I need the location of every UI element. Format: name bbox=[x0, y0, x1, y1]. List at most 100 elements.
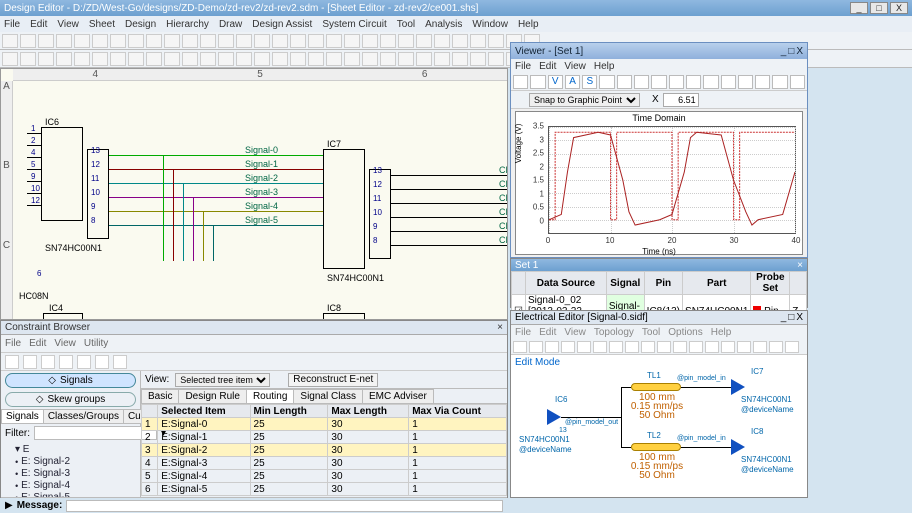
menu-design assist[interactable]: Design Assist bbox=[252, 19, 312, 30]
minimize-button[interactable]: _ bbox=[850, 2, 868, 14]
cb-menubar[interactable]: FileEditViewUtility bbox=[1, 335, 507, 353]
toolbar-button[interactable] bbox=[380, 52, 396, 66]
menu-draw[interactable]: Draw bbox=[219, 19, 242, 30]
cb-message-input[interactable] bbox=[66, 500, 503, 512]
toolbar-button[interactable] bbox=[38, 52, 54, 66]
menu-analysis[interactable]: Analysis bbox=[425, 19, 462, 30]
toolbar-button[interactable] bbox=[74, 52, 90, 66]
ic4-body[interactable] bbox=[43, 313, 83, 320]
cb-close-icon[interactable]: × bbox=[497, 322, 503, 333]
ee-menubar[interactable]: FileEditViewTopologyToolOptionsHelp bbox=[511, 325, 807, 339]
toolbar-button[interactable] bbox=[56, 34, 72, 48]
cb-left-tabs[interactable]: SignalsClasses/GroupsCustomize bbox=[1, 409, 140, 424]
toolbar-button[interactable] bbox=[416, 34, 432, 48]
toolbar-button[interactable] bbox=[326, 34, 342, 48]
menu-window[interactable]: Window bbox=[472, 19, 508, 30]
toolbar-button[interactable] bbox=[56, 52, 72, 66]
toolbar-button[interactable] bbox=[110, 52, 126, 66]
viewer-close-button[interactable]: X bbox=[796, 46, 803, 57]
toolbar-button[interactable] bbox=[182, 52, 198, 66]
schematic-canvas[interactable]: IC6 124591012 1312111098 SN74HC00N1 Sign… bbox=[13, 81, 507, 319]
table-row[interactable]: 4E:Signal-325301 bbox=[142, 457, 507, 470]
ee-toolbar[interactable] bbox=[511, 339, 807, 355]
toolbar-button[interactable] bbox=[452, 34, 468, 48]
viewer-menubar[interactable]: FileEditViewHelp bbox=[511, 59, 807, 73]
signals-pill[interactable]: ◇Signals bbox=[5, 373, 136, 388]
main-menubar[interactable]: FileEditViewSheetDesignHierarchyDrawDesi… bbox=[0, 16, 912, 32]
toolbar-button[interactable] bbox=[128, 52, 144, 66]
tl2-box[interactable] bbox=[631, 443, 681, 451]
viewer-max-button[interactable]: □ bbox=[788, 46, 794, 57]
toolbar-button[interactable] bbox=[362, 34, 378, 48]
menu-design[interactable]: Design bbox=[125, 19, 156, 30]
cb-filter-input[interactable] bbox=[34, 426, 157, 440]
toolbar-button[interactable] bbox=[2, 34, 18, 48]
toolbar-button[interactable] bbox=[434, 52, 450, 66]
toolbar-button[interactable] bbox=[470, 52, 486, 66]
toolbar-button[interactable] bbox=[236, 52, 252, 66]
viewer-x-input[interactable] bbox=[663, 93, 699, 107]
menu-system circuit[interactable]: System Circuit bbox=[322, 19, 386, 30]
cb-toolbar[interactable] bbox=[1, 353, 507, 371]
menu-tool[interactable]: Tool bbox=[397, 19, 415, 30]
ic6-driver-icon[interactable] bbox=[547, 409, 561, 425]
toolbar-button[interactable] bbox=[434, 34, 450, 48]
viewer-chart[interactable]: Time Domain 00.511.522.533.5 Voltage (V)… bbox=[515, 111, 803, 255]
toolbar-button[interactable] bbox=[182, 34, 198, 48]
table-row[interactable]: 1E:Signal-025301 bbox=[142, 418, 507, 431]
ic8-body[interactable] bbox=[323, 313, 365, 320]
cb-view-select[interactable]: Selected tree item bbox=[175, 373, 270, 387]
toolbar-button[interactable] bbox=[344, 52, 360, 66]
toolbar-button[interactable] bbox=[218, 52, 234, 66]
toolbar-button[interactable] bbox=[344, 34, 360, 48]
toolbar-button[interactable] bbox=[128, 34, 144, 48]
toolbar-button[interactable] bbox=[272, 52, 288, 66]
toolbar-button[interactable] bbox=[146, 52, 162, 66]
toolbar-button[interactable] bbox=[470, 34, 486, 48]
toolbar-button[interactable] bbox=[290, 34, 306, 48]
toolbar-button[interactable] bbox=[236, 34, 252, 48]
ic7-body[interactable] bbox=[323, 149, 365, 269]
toolbar-button[interactable] bbox=[218, 34, 234, 48]
viewer-toolbar-1[interactable]: VAS bbox=[511, 73, 807, 91]
toolbar-button[interactable] bbox=[20, 52, 36, 66]
menu-view[interactable]: View bbox=[57, 19, 79, 30]
viewer-toolbar-2[interactable]: Snap to Graphic Point X bbox=[511, 91, 807, 109]
toolbar-button[interactable] bbox=[92, 34, 108, 48]
menu-file[interactable]: File bbox=[4, 19, 20, 30]
toolbar-button[interactable] bbox=[92, 52, 108, 66]
table-row[interactable]: 6E:Signal-525301 bbox=[142, 483, 507, 496]
reconstruct-enet-button[interactable]: Reconstruct E-net bbox=[288, 373, 378, 387]
skew-groups-pill[interactable]: ◇Skew groups bbox=[5, 392, 136, 407]
ee-min-button[interactable]: _ bbox=[781, 312, 787, 323]
toolbar-button[interactable] bbox=[254, 34, 270, 48]
ic7-receiver-icon[interactable] bbox=[731, 379, 745, 395]
toolbar-button[interactable] bbox=[308, 52, 324, 66]
toolbar-button[interactable] bbox=[146, 34, 162, 48]
toolbar-button[interactable] bbox=[272, 34, 288, 48]
toolbar-button[interactable] bbox=[452, 52, 468, 66]
table-row[interactable]: 2E:Signal-125301 bbox=[142, 431, 507, 444]
toolbar-button[interactable] bbox=[20, 34, 36, 48]
menu-hierarchy[interactable]: Hierarchy bbox=[166, 19, 209, 30]
ic8-receiver-icon[interactable] bbox=[731, 439, 745, 455]
set-panel-close-icon[interactable]: × bbox=[797, 260, 803, 271]
toolbar-button[interactable] bbox=[290, 52, 306, 66]
schematic-editor[interactable]: 456 ABC IC6 124591012 1312111098 SN74HC0… bbox=[0, 68, 508, 320]
toolbar-button[interactable] bbox=[200, 34, 216, 48]
toolbar-button[interactable] bbox=[308, 34, 324, 48]
snap-select[interactable]: Snap to Graphic Point bbox=[529, 93, 640, 107]
ee-max-button[interactable]: □ bbox=[788, 312, 794, 323]
table-row[interactable]: 5E:Signal-425301 bbox=[142, 470, 507, 483]
tl1-box[interactable] bbox=[631, 383, 681, 391]
toolbar-button[interactable] bbox=[416, 52, 432, 66]
toolbar-button[interactable] bbox=[254, 52, 270, 66]
toolbar-button[interactable] bbox=[488, 34, 504, 48]
ee-canvas[interactable]: Edit Mode IC6 @pin_model_out 13 SN74HC00… bbox=[511, 355, 807, 497]
viewer-min-button[interactable]: _ bbox=[781, 46, 787, 57]
cb-signal-tree[interactable]: ▾ E🞄 E: Signal-2🞄 E: Signal-3🞄 E: Signal… bbox=[1, 442, 140, 497]
toolbar-button[interactable] bbox=[110, 34, 126, 48]
menu-edit[interactable]: Edit bbox=[30, 19, 47, 30]
cb-routing-table[interactable]: Selected ItemMin LengthMax LengthMax Via… bbox=[141, 404, 507, 497]
toolbar-button[interactable] bbox=[74, 34, 90, 48]
